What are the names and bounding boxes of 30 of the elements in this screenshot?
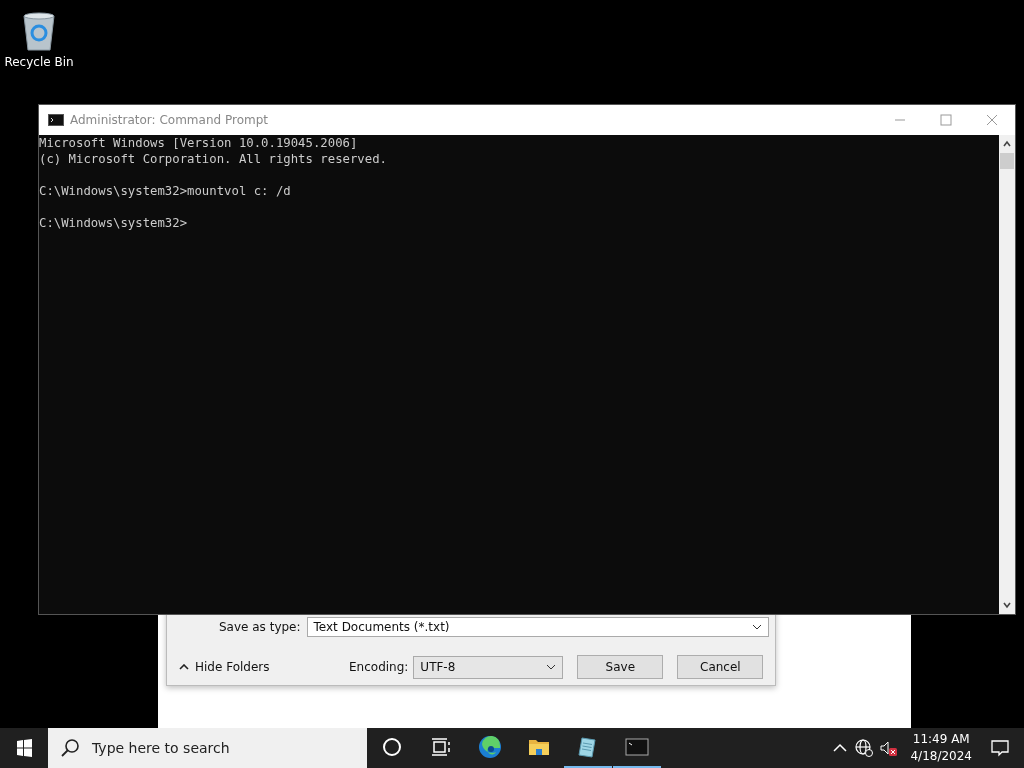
console-line: (c) Microsoft Corporation. All rights reserved.	[39, 152, 387, 166]
search-box[interactable]: Type here to search	[48, 728, 367, 768]
desktop-icon[interactable]: Recycle Bin	[4, 8, 74, 69]
save-as-type-dropdown[interactable]: Text Documents (*.txt)	[306, 617, 769, 637]
encoding-label: Encoding:	[349, 660, 409, 674]
edge-icon	[478, 735, 502, 759]
scrollbar[interactable]	[999, 135, 1015, 614]
window-title: Administrator: Command Prompt	[70, 113, 268, 127]
notifications-icon[interactable]	[990, 738, 1010, 758]
dialog-button[interactable]: Save	[577, 655, 664, 679]
chevron-down-icon	[546, 664, 557, 670]
encoding-dropdown[interactable]: UTF-8	[413, 655, 564, 679]
scroll-down-icon[interactable]	[1002, 601, 1012, 609]
network-icon[interactable]	[854, 738, 875, 758]
clock[interactable]: 11:49 AM 4/18/2024	[902, 731, 980, 765]
circle-icon	[380, 735, 404, 759]
console-line: C:\Windows\system32>	[39, 216, 188, 230]
console-line: Microsoft Windows [Version 10.0.19045.2006]	[39, 136, 358, 150]
scroll-thumb[interactable]	[1000, 153, 1014, 169]
scroll-up-icon[interactable]	[1002, 140, 1012, 148]
search-icon	[60, 738, 80, 758]
chevron-down-icon	[752, 624, 762, 630]
console-icon	[48, 114, 64, 126]
save-as-type-label: Save as type:	[219, 620, 301, 634]
console-line: C:\Windows\system32>mountvol c: /d	[39, 184, 291, 198]
task-view-icon	[429, 735, 453, 759]
chevron-up-icon	[179, 664, 189, 670]
dialog-button[interactable]: Cancel	[677, 655, 764, 679]
hide-folders-button[interactable]: Hide Folders	[179, 660, 349, 674]
console-icon	[625, 735, 649, 759]
